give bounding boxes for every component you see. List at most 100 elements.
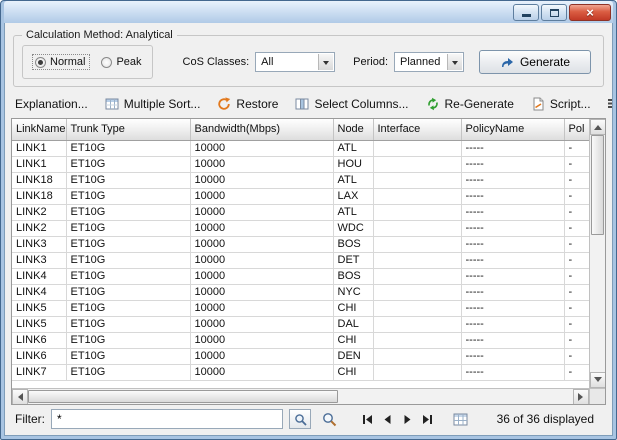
column-header-interface[interactable]: Interface xyxy=(373,119,461,140)
table-cell: - xyxy=(564,140,589,156)
select-columns-button[interactable]: Select Columns... xyxy=(295,97,408,111)
previous-row-icon xyxy=(382,414,393,425)
horizontal-scroll-track[interactable] xyxy=(338,389,573,404)
column-header-linkname[interactable]: LinkName xyxy=(12,119,66,140)
regenerate-button[interactable]: Re-Generate xyxy=(426,97,514,111)
scroll-right-button[interactable] xyxy=(573,389,589,405)
cos-dropdown-arrow[interactable] xyxy=(318,54,333,70)
horizontal-scrollbar[interactable] xyxy=(12,389,589,404)
restore-button[interactable]: Restore xyxy=(217,97,278,111)
table-cell: LINK5 xyxy=(12,316,66,332)
table-cell: LAX xyxy=(333,188,373,204)
row-navigation xyxy=(359,411,436,427)
table-row[interactable]: LINK4ET10G10000BOS------ xyxy=(12,268,589,284)
table-cell: CHI xyxy=(333,332,373,348)
statusbar: Filter: xyxy=(11,405,606,435)
horizontal-scroll-thumb[interactable] xyxy=(28,390,338,403)
table-cell: 10000 xyxy=(190,300,333,316)
table-cell: ----- xyxy=(461,268,564,284)
table-row[interactable]: LINK6ET10G10000CHI------ xyxy=(12,332,589,348)
vertical-scroll-track[interactable] xyxy=(590,235,605,372)
radio-peak[interactable]: Peak xyxy=(101,56,141,68)
table-cell: 10000 xyxy=(190,332,333,348)
table-row[interactable]: LINK3ET10G10000DET------ xyxy=(12,252,589,268)
filter-input[interactable] xyxy=(51,409,283,429)
period-select[interactable]: Planned xyxy=(394,52,464,72)
table-row[interactable]: LINK1ET10G10000ATL------ xyxy=(12,140,589,156)
scroll-down-button[interactable] xyxy=(590,372,605,388)
column-header-node[interactable]: Node xyxy=(333,119,373,140)
period-label: Period: xyxy=(353,56,388,68)
scroll-left-button[interactable] xyxy=(12,389,28,405)
table-cell: ET10G xyxy=(66,172,190,188)
table-row[interactable]: LINK1ET10G10000HOU------ xyxy=(12,156,589,172)
scrollbar-corner xyxy=(589,389,605,404)
table-grid-icon xyxy=(453,413,468,426)
column-header-pol[interactable]: Pol xyxy=(564,119,589,140)
table-row[interactable]: LINK18ET10G10000LAX------ xyxy=(12,188,589,204)
window-controls: × xyxy=(513,4,611,21)
menu-button[interactable] xyxy=(608,98,613,109)
column-header-trunk-type[interactable]: Trunk Type xyxy=(66,119,190,140)
multiple-sort-button[interactable]: Multiple Sort... xyxy=(105,97,201,111)
close-button[interactable]: × xyxy=(569,4,611,21)
advanced-search-icon xyxy=(322,412,337,427)
table-cell: ----- xyxy=(461,220,564,236)
nav-prev-button[interactable] xyxy=(379,411,396,427)
script-icon xyxy=(531,97,545,111)
vertical-scroll-thumb[interactable] xyxy=(591,135,604,235)
table-cell: 10000 xyxy=(190,236,333,252)
generate-button[interactable]: Generate xyxy=(479,50,591,74)
minimize-button[interactable] xyxy=(513,4,539,21)
table-row[interactable]: LINK4ET10G10000NYC------ xyxy=(12,284,589,300)
table-row[interactable]: LINK5ET10G10000CHI------ xyxy=(12,300,589,316)
table-row[interactable]: LINK18ET10G10000ATL------ xyxy=(12,172,589,188)
nav-last-button[interactable] xyxy=(419,411,436,427)
table-cell: 10000 xyxy=(190,316,333,332)
table-row[interactable]: LINK3ET10G10000BOS------ xyxy=(12,236,589,252)
scroll-up-button[interactable] xyxy=(590,119,605,135)
table-cell: LINK4 xyxy=(12,284,66,300)
table-cell: DET xyxy=(333,252,373,268)
first-row-icon xyxy=(362,414,373,425)
titlebar[interactable]: × xyxy=(4,1,613,23)
maximize-button[interactable] xyxy=(541,4,567,21)
table-cell: ----- xyxy=(461,188,564,204)
nav-next-button[interactable] xyxy=(399,411,416,427)
table-row[interactable]: LINK2ET10G10000WDC------ xyxy=(12,220,589,236)
table-row[interactable]: LINK7ET10G10000CHI------ xyxy=(12,364,589,380)
table-options-button[interactable] xyxy=(450,410,470,428)
nav-first-button[interactable] xyxy=(359,411,376,427)
table-cell: ET10G xyxy=(66,268,190,284)
table-cell: ATL xyxy=(333,140,373,156)
table-cell: 10000 xyxy=(190,140,333,156)
table-cell xyxy=(373,220,461,236)
table-cell: ET10G xyxy=(66,236,190,252)
table-row[interactable]: LINK6ET10G10000DEN------ xyxy=(12,348,589,364)
cos-classes-select[interactable]: All xyxy=(255,52,335,72)
table-cell xyxy=(373,156,461,172)
table-cell: LINK6 xyxy=(12,348,66,364)
script-button[interactable]: Script... xyxy=(531,97,591,111)
table-row[interactable]: LINK2ET10G10000ATL------ xyxy=(12,204,589,220)
table-cell xyxy=(373,316,461,332)
explanation-button[interactable]: Explanation... xyxy=(15,97,88,111)
table-body: LINK1ET10G10000ATL------LINK1ET10G10000H… xyxy=(12,140,589,380)
vertical-scrollbar[interactable] xyxy=(589,119,605,388)
table-cell: - xyxy=(564,348,589,364)
column-header-bandwidth-mbps-[interactable]: Bandwidth(Mbps) xyxy=(190,119,333,140)
radio-normal[interactable]: Normal xyxy=(33,55,89,69)
restore-icon xyxy=(217,97,231,111)
advanced-search-button[interactable] xyxy=(319,409,339,429)
table-cell: ET10G xyxy=(66,252,190,268)
filter-search-button[interactable] xyxy=(289,409,311,429)
period-dropdown-arrow[interactable] xyxy=(447,54,462,70)
table-cell: - xyxy=(564,300,589,316)
table-cell: LINK1 xyxy=(12,140,66,156)
table-row[interactable]: LINK5ET10G10000DAL------ xyxy=(12,316,589,332)
column-header-policyname[interactable]: PolicyName xyxy=(461,119,564,140)
table-cell: CHI xyxy=(333,364,373,380)
table-cell: - xyxy=(564,284,589,300)
table-cell: ----- xyxy=(461,348,564,364)
table-cell xyxy=(373,268,461,284)
